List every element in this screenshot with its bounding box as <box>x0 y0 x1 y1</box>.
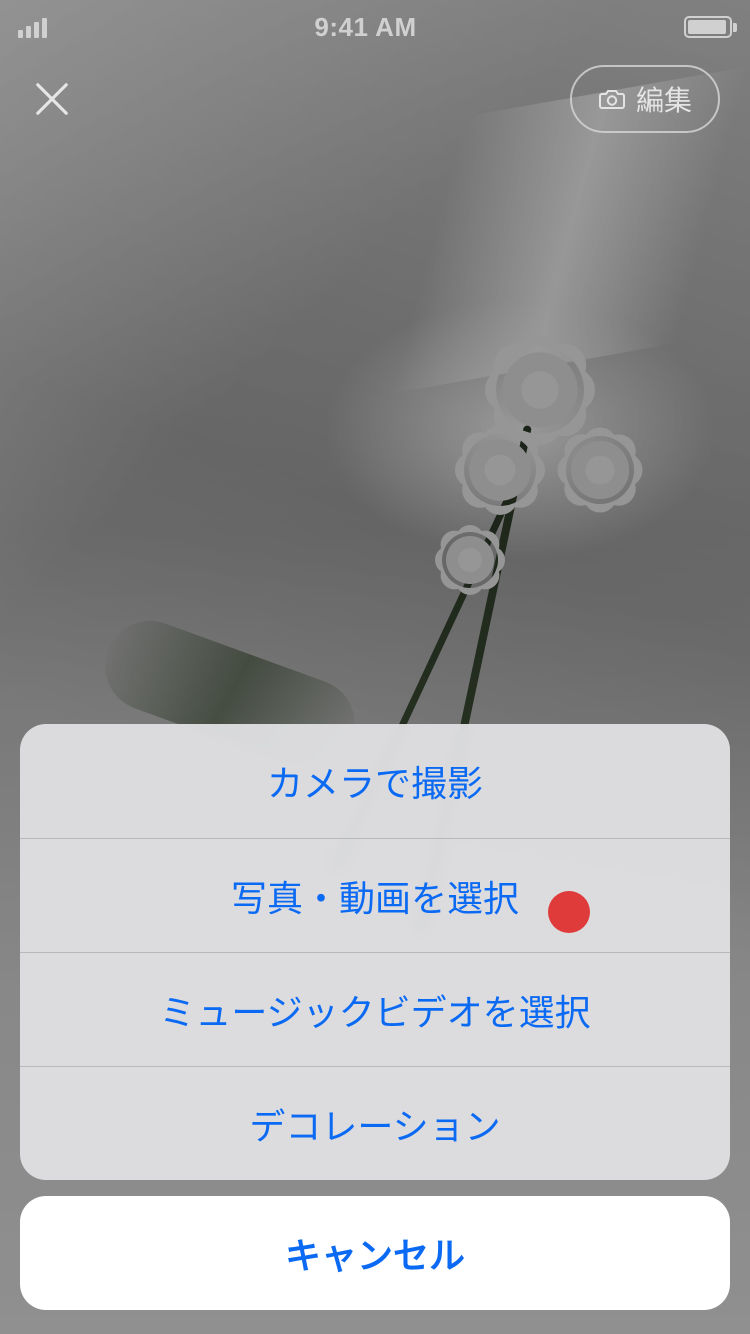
edit-button[interactable]: 編集 <box>570 65 720 133</box>
nav-bar: 編集 <box>0 54 750 144</box>
action-select-photo-video[interactable]: 写真・動画を選択 <box>20 838 730 952</box>
action-select-music-video-label: ミュージックビデオを選択 <box>159 984 590 1036</box>
action-take-photo-label: カメラで撮影 <box>267 755 483 807</box>
status-bar: 9:41 AM <box>0 0 750 44</box>
action-decoration[interactable]: デコレーション <box>20 1066 730 1180</box>
battery-icon <box>684 16 732 38</box>
cellular-signal-icon <box>18 16 47 38</box>
screen: 9:41 AM 編集 カメラで撮影 写真・動画を選択 <box>0 0 750 1334</box>
action-decoration-label: デコレーション <box>249 1098 500 1150</box>
notification-badge-icon <box>548 891 590 933</box>
close-icon <box>33 80 71 118</box>
status-time: 9:41 AM <box>314 12 416 43</box>
action-select-music-video[interactable]: ミュージックビデオを選択 <box>20 952 730 1066</box>
action-sheet: カメラで撮影 写真・動画を選択 ミュージックビデオを選択 デコレーション <box>20 724 730 1180</box>
close-button[interactable] <box>30 77 74 121</box>
action-sheet-container: カメラで撮影 写真・動画を選択 ミュージックビデオを選択 デコレーション キャン… <box>0 724 750 1334</box>
action-take-photo[interactable]: カメラで撮影 <box>20 724 730 838</box>
cancel-button[interactable]: キャンセル <box>20 1196 730 1310</box>
cancel-button-label: キャンセル <box>285 1227 465 1279</box>
action-select-photo-video-label: 写真・動画を選択 <box>231 870 519 922</box>
camera-icon <box>598 87 626 111</box>
edit-button-label: 編集 <box>636 79 692 119</box>
